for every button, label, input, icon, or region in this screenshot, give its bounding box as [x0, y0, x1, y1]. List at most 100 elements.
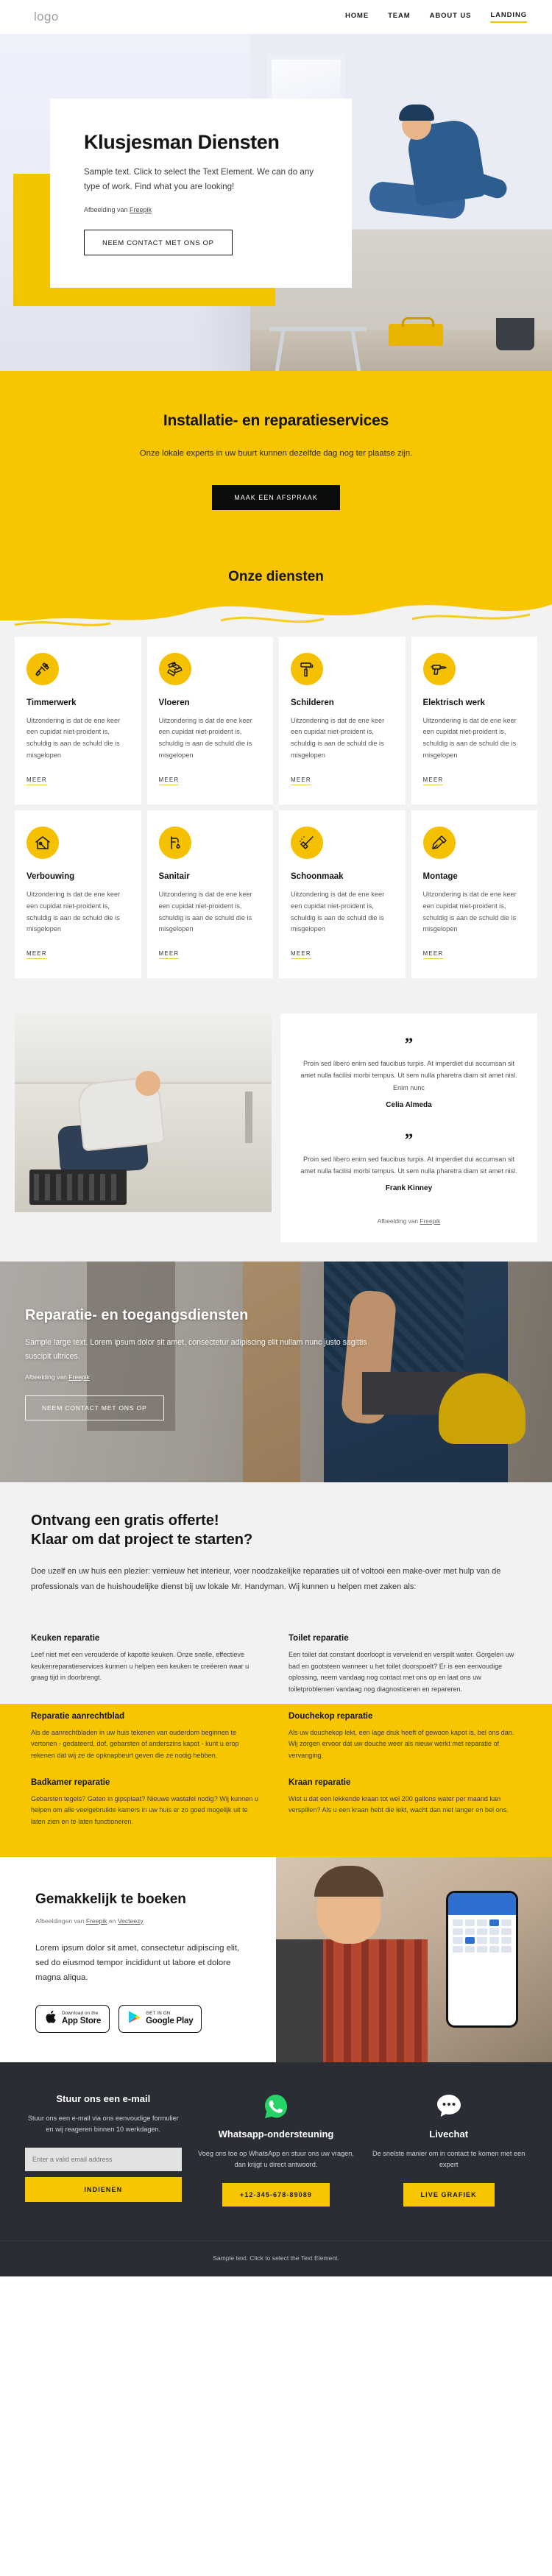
footer-livechat-title: Livechat: [429, 2128, 469, 2140]
calendar-cell: [489, 1928, 500, 1936]
offer-title-line1: Ontvang een gratis offerte!: [31, 1512, 219, 1529]
offer-title: Ontvang een gratis offerte! Klaar om dat…: [31, 1512, 521, 1549]
testimonial-item: ” Proin sed libero enim sed faucibus tur…: [297, 1035, 521, 1109]
app-store-badge[interactable]: Download on the App Store: [35, 2004, 110, 2033]
booking-credit-link-freepik[interactable]: Freepik: [86, 1917, 107, 1925]
assembly-icon: [422, 826, 456, 859]
footer-livechat-text: De snelste manier om in contact te komen…: [372, 2149, 526, 2169]
repairs-section: Keuken reparatie Leef niet met een verou…: [0, 1618, 552, 1858]
service-card-title: Schilderen: [291, 698, 334, 707]
booking-credit-middle: en: [107, 1917, 118, 1925]
live-chat-button[interactable]: LIVE GRAFIEK: [403, 2183, 495, 2207]
google-play-label-group: GET IN ON Google Play: [146, 2011, 193, 2025]
service-more-link[interactable]: MEER: [422, 950, 444, 960]
service-card[interactable]: Montage Uitzondering is dat de ene keer …: [411, 810, 537, 979]
service-card[interactable]: Timmerwerk Uitzondering is dat de ene ke…: [15, 636, 141, 804]
footer-livechat-column: Livechat De snelste manier om in contact…: [370, 2093, 527, 2207]
calendar-cell: [489, 1946, 500, 1953]
repair-item: Toilet reparatie Een toilet dat constant…: [289, 1634, 521, 1696]
repair-text: Wist u dat een lekkende kraan tot wel 20…: [289, 1794, 509, 1814]
testimonial-text: Proin sed libero enim sed faucibus turpi…: [300, 1155, 517, 1175]
repair-title: Badkamer reparatie: [31, 1777, 110, 1787]
booking-image-credit: Afbeeldingen van Freepik en Vecteezy: [35, 1917, 247, 1925]
house-renovation-icon: [26, 826, 59, 859]
service-card[interactable]: Sanitair Uitzondering is dat de ene keer…: [146, 810, 273, 979]
testimonial-image-credit: Afbeelding van Freepik: [297, 1217, 521, 1225]
phone-calendar-grid: [448, 1915, 516, 1957]
quote-icon: ”: [404, 1035, 414, 1054]
footer-whatsapp-title: Whatsapp-ondersteuning: [218, 2128, 334, 2140]
banner-image-credit: Afbeelding van Freepik: [25, 1373, 371, 1381]
footer-whatsapp-column: Whatsapp-ondersteuning Voeg ons toe op W…: [198, 2093, 355, 2207]
service-more-link[interactable]: MEER: [26, 776, 47, 785]
repair-text: Leef niet met een verouderde of kapotte …: [31, 1651, 250, 1682]
service-more-link[interactable]: MEER: [291, 950, 311, 960]
service-card-title: Vloeren: [158, 698, 190, 707]
google-play-icon: [127, 2010, 141, 2028]
submit-button[interactable]: INDIENEN: [25, 2177, 182, 2203]
service-more-link[interactable]: MEER: [26, 950, 47, 960]
make-appointment-button[interactable]: MAAK EEN AFSPRAAK: [212, 484, 340, 510]
repair-text: Als uw douchekop lekt, een lage druk hee…: [289, 1728, 514, 1759]
service-card[interactable]: Verbouwing Uitzondering is dat de ene ke…: [15, 810, 141, 979]
photo-pipe: [245, 1091, 252, 1144]
cta-band: Installatie- en reparatieservices Onze l…: [0, 371, 552, 553]
cta-band-title: Installatie- en reparatieservices: [163, 412, 389, 429]
hero-credit-link[interactable]: Freepik: [130, 206, 152, 213]
phone-app-header: [448, 1893, 516, 1916]
repair-title: Toilet reparatie: [289, 1634, 349, 1643]
hero-contact-button[interactable]: NEEM CONTACT MET ONS OP: [84, 230, 233, 256]
service-card-text: Uitzondering is dat de ene keer een cupi…: [291, 716, 385, 760]
calendar-cell: [477, 1919, 487, 1927]
calendar-cell: [464, 1928, 475, 1936]
footer-bottom-bar: Sample text. Click to select the Text El…: [0, 2240, 552, 2277]
quote-icon: ”: [404, 1130, 414, 1149]
repairs-grid: Keuken reparatie Leef niet met een verou…: [31, 1634, 521, 1827]
nav-item-landing[interactable]: LANDING: [490, 11, 527, 23]
site-logo[interactable]: logo: [34, 10, 59, 24]
service-card-text: Uitzondering is dat de ene keer een cupi…: [158, 890, 252, 933]
banner-credit-link[interactable]: Freepik: [68, 1373, 90, 1381]
service-card-title: Montage: [422, 871, 458, 881]
service-more-link[interactable]: MEER: [422, 776, 444, 785]
banner-contact-button[interactable]: NEEM CONTACT MET ONS OP: [25, 1395, 164, 1421]
footer-bottom-text: Sample text. Click to select the Text El…: [213, 2254, 339, 2262]
service-card[interactable]: Elektrisch werk Uitzondering is dat de e…: [411, 636, 537, 804]
footer-contact-section: Stuur ons een e-mail Stuur ons een e-mai…: [0, 2062, 552, 2241]
service-card-text: Uitzondering is dat de ene keer een cupi…: [158, 716, 252, 760]
service-more-link[interactable]: MEER: [158, 950, 180, 960]
repair-item: Douchekop reparatie Als uw douchekop lek…: [289, 1712, 521, 1762]
google-play-badge[interactable]: GET IN ON Google Play: [118, 2004, 202, 2033]
testimonial-author: Celia Almeda: [386, 1100, 432, 1109]
banner-content: Reparatie- en toegangsdiensten Sample la…: [25, 1307, 371, 1421]
nav-item-about-us[interactable]: ABOUT US: [430, 12, 472, 22]
whatsapp-phone-button[interactable]: +12-345-678-89089: [222, 2183, 330, 2207]
nav-item-team[interactable]: TEAM: [388, 12, 411, 22]
repair-item: Badkamer reparatie Gebarsten tegels? Gat…: [31, 1778, 263, 1828]
booking-title: Gemakkelijk te boeken: [35, 1892, 186, 1908]
service-more-link[interactable]: MEER: [291, 776, 311, 785]
service-card[interactable]: Vloeren Uitzondering is dat de ene keer …: [146, 636, 273, 804]
services-grid: Timmerwerk Uitzondering is dat de ene ke…: [0, 620, 552, 979]
repair-title: Reparatie aanrechtblad: [31, 1711, 125, 1721]
calendar-cell: [489, 1919, 500, 1927]
booking-credit-link-vecteezy[interactable]: Vecteezy: [118, 1917, 144, 1925]
service-card[interactable]: Schoonmaak Uitzondering is dat de ene ke…: [279, 810, 406, 979]
nav-item-home[interactable]: HOME: [345, 12, 369, 22]
service-card[interactable]: Schilderen Uitzondering is dat de ene ke…: [279, 636, 406, 804]
banner-title: Reparatie- en toegangsdiensten: [25, 1307, 249, 1324]
email-input[interactable]: [25, 2148, 182, 2172]
service-card-text: Uitzondering is dat de ene keer een cupi…: [26, 890, 121, 933]
testimonials-list: ” Proin sed libero enim sed faucibus tur…: [280, 1013, 537, 1243]
calendar-cell: [501, 1946, 512, 1953]
footer-email-text: Stuur ons een e-mail via ons eenvoudige …: [27, 2114, 179, 2134]
booking-section: Gemakkelijk te boeken Afbeeldingen van F…: [0, 1857, 552, 2062]
booking-photo: [276, 1857, 552, 2062]
footer-whatsapp-text: Voeg ons toe op WhatsApp en stuur ons uw…: [198, 2149, 354, 2169]
service-more-link[interactable]: MEER: [158, 776, 180, 785]
testimonial-credit-link[interactable]: Freepik: [420, 1217, 440, 1225]
service-card-text: Uitzondering is dat de ene keer een cupi…: [422, 716, 517, 760]
broom-icon: [291, 826, 323, 859]
services-title: Onze diensten: [228, 568, 324, 584]
testimonial-credit-prefix: Afbeelding van: [377, 1217, 420, 1225]
